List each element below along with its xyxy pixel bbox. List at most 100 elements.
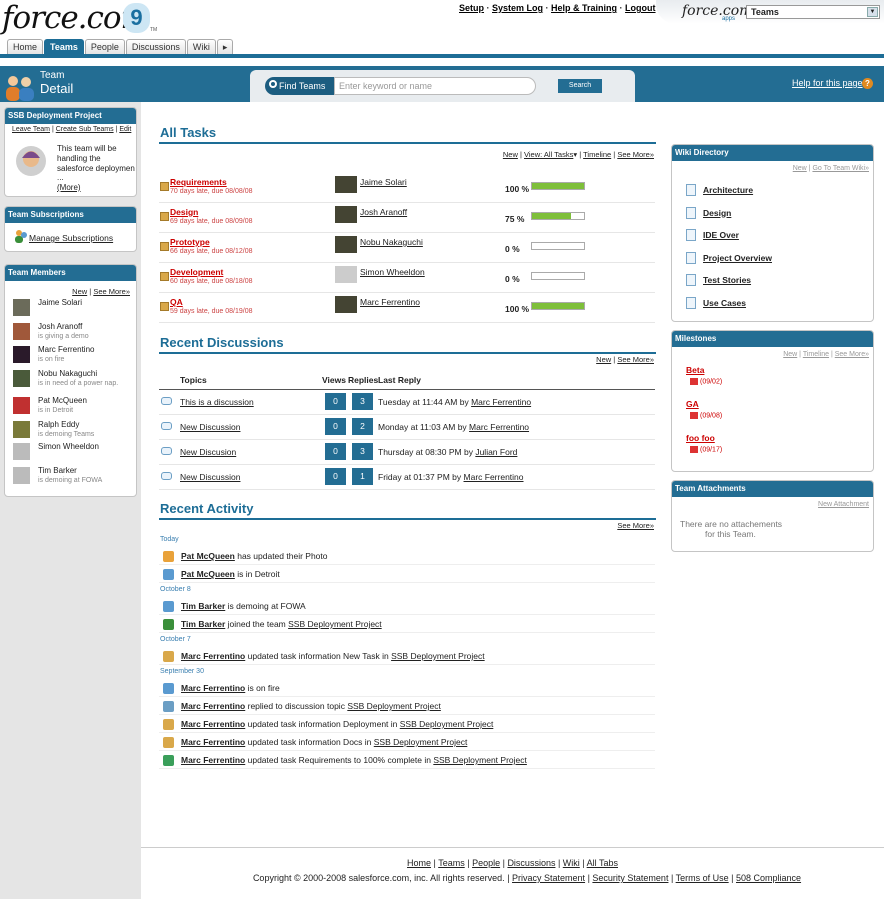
app-selector[interactable]: Teams ▼ bbox=[746, 5, 880, 19]
footer-link-people[interactable]: People bbox=[472, 858, 500, 868]
wiki-page-link[interactable]: Project Overview bbox=[703, 253, 772, 263]
new-attachment-link[interactable]: New Attachment bbox=[818, 501, 869, 508]
member-name[interactable]: Pat McQueen bbox=[38, 396, 87, 405]
activity-target-link[interactable]: SSB Deployment Project bbox=[400, 719, 494, 729]
member-row[interactable]: Simon Wheeldon bbox=[9, 442, 134, 464]
create-sub-teams-link[interactable]: Create Sub Teams bbox=[56, 126, 114, 133]
member-row[interactable]: Ralph Eddy is demoing Teams bbox=[9, 420, 134, 442]
footer-link-wiki[interactable]: Wiki bbox=[563, 858, 580, 868]
assignee-link[interactable]: Jaime Solari bbox=[360, 177, 407, 187]
member-name[interactable]: Josh Aranoff bbox=[38, 322, 82, 331]
task-name-link[interactable]: QA bbox=[170, 297, 183, 307]
search-input[interactable]: Enter keyword or name bbox=[334, 77, 536, 95]
wiki-page-link[interactable]: Architecture bbox=[703, 185, 753, 195]
member-name[interactable]: Nobu Nakaguchi bbox=[38, 369, 97, 378]
activity-user-link[interactable]: Pat McQueen bbox=[181, 551, 235, 561]
setup-link[interactable]: Setup bbox=[459, 3, 484, 13]
assignee-link[interactable]: Marc Ferrentino bbox=[360, 297, 420, 307]
new-milestone-link[interactable]: New bbox=[783, 351, 797, 358]
tab-more[interactable]: ▸ bbox=[216, 39, 234, 54]
wiki-page-link[interactable]: Test Stories bbox=[703, 275, 751, 285]
last-reply-user-link[interactable]: Marc Ferrentino bbox=[464, 472, 524, 482]
legal-link-terms-of-use[interactable]: Terms of Use bbox=[676, 873, 729, 883]
new-discussion-link[interactable]: New bbox=[596, 355, 611, 364]
tab-home[interactable]: Home bbox=[7, 39, 44, 54]
member-name[interactable]: Tim Barker bbox=[38, 466, 77, 475]
last-reply-user-link[interactable]: Julian Ford bbox=[475, 447, 517, 457]
activity-user-link[interactable]: Tim Barker bbox=[181, 601, 225, 611]
member-name[interactable]: Jaime Solari bbox=[38, 298, 82, 307]
activity-user-link[interactable]: Pat McQueen bbox=[181, 569, 235, 579]
task-name-link[interactable]: Design bbox=[170, 207, 198, 217]
last-reply-user-link[interactable]: Marc Ferrentino bbox=[471, 397, 531, 407]
discussion-topic-link[interactable]: New Discussion bbox=[180, 422, 240, 432]
milestone-name-link[interactable]: Beta bbox=[686, 365, 704, 375]
member-row[interactable]: Tim Barker is demoing at FOWA bbox=[9, 466, 134, 488]
help-for-page-link[interactable]: Help for this page bbox=[792, 78, 863, 88]
tab-people[interactable]: People bbox=[84, 39, 125, 54]
new-task-link[interactable]: New bbox=[503, 150, 518, 159]
wiki-page-link[interactable]: IDE Over bbox=[703, 230, 739, 240]
member-name[interactable]: Simon Wheeldon bbox=[38, 442, 99, 451]
assignee-link[interactable]: Josh Aranoff bbox=[360, 207, 407, 217]
activity-user-link[interactable]: Marc Ferrentino bbox=[181, 701, 245, 711]
member-name[interactable]: Marc Ferrentino bbox=[38, 345, 94, 354]
discussion-topic-link[interactable]: This is a discussion bbox=[180, 397, 254, 407]
activity-target-link[interactable]: SSB Deployment Project bbox=[347, 701, 441, 711]
timeline-link[interactable]: Timeline bbox=[583, 150, 611, 159]
task-name-link[interactable]: Development bbox=[170, 267, 223, 277]
wiki-page-link[interactable]: Use Cases bbox=[703, 298, 746, 308]
assignee-link[interactable]: Simon Wheeldon bbox=[360, 267, 425, 277]
assignee-link[interactable]: Nobu Nakaguchi bbox=[360, 237, 423, 247]
task-name-link[interactable]: Prototype bbox=[170, 237, 210, 247]
activity-user-link[interactable]: Marc Ferrentino bbox=[181, 719, 245, 729]
legal-link-508-compliance[interactable]: 508 Compliance bbox=[736, 873, 801, 883]
tab-discussions[interactable]: Discussions bbox=[125, 39, 186, 54]
activity-target-link[interactable]: SSB Deployment Project bbox=[288, 619, 382, 629]
discussion-topic-link[interactable]: New Discussion bbox=[180, 472, 240, 482]
activity-target-link[interactable]: SSB Deployment Project bbox=[374, 737, 468, 747]
see-more-members-link[interactable]: See More» bbox=[93, 287, 130, 296]
task-name-link[interactable]: Requirements bbox=[170, 177, 227, 187]
legal-link-privacy-statement[interactable]: Privacy Statement bbox=[512, 873, 585, 883]
milestone-name-link[interactable]: foo foo bbox=[686, 433, 715, 443]
see-more-milestones-link[interactable]: See More» bbox=[835, 351, 869, 358]
help-training-link[interactable]: Help & Training bbox=[551, 3, 617, 13]
footer-link-teams[interactable]: Teams bbox=[438, 858, 465, 868]
member-row[interactable]: Josh Aranoff is giving a demo bbox=[9, 322, 134, 344]
see-more-activity-link[interactable]: See More» bbox=[617, 521, 654, 530]
see-more-tasks-link[interactable]: See More» bbox=[617, 150, 654, 159]
member-row[interactable]: Jaime Solari bbox=[9, 298, 134, 320]
activity-user-link[interactable]: Tim Barker bbox=[181, 619, 225, 629]
tab-teams[interactable]: Teams bbox=[44, 39, 84, 54]
activity-target-link[interactable]: SSB Deployment Project bbox=[433, 755, 527, 765]
wiki-page-link[interactable]: Design bbox=[703, 208, 731, 218]
last-reply-user-link[interactable]: Marc Ferrentino bbox=[469, 422, 529, 432]
footer-link-discussions[interactable]: Discussions bbox=[507, 858, 555, 868]
activity-user-link[interactable]: Marc Ferrentino bbox=[181, 737, 245, 747]
activity-user-link[interactable]: Marc Ferrentino bbox=[181, 755, 245, 765]
activity-user-link[interactable]: Marc Ferrentino bbox=[181, 683, 245, 693]
system-log-link[interactable]: System Log bbox=[492, 3, 543, 13]
new-member-link[interactable]: New bbox=[72, 287, 87, 296]
milestone-name-link[interactable]: GA bbox=[686, 399, 699, 409]
activity-target-link[interactable]: SSB Deployment Project bbox=[391, 651, 485, 661]
footer-link-home[interactable]: Home bbox=[407, 858, 431, 868]
edit-link[interactable]: Edit bbox=[119, 126, 131, 133]
view-tasks-dropdown[interactable]: View: All Tasks bbox=[524, 150, 573, 159]
tab-wiki[interactable]: Wiki bbox=[186, 39, 216, 54]
go-to-wiki-link[interactable]: Go To Team Wiki» bbox=[812, 165, 869, 172]
leave-team-link[interactable]: Leave Team bbox=[12, 126, 50, 133]
help-icon[interactable]: ? bbox=[862, 78, 873, 89]
member-row[interactable]: Nobu Nakaguchi is in need of a power nap. bbox=[9, 369, 134, 391]
more-link[interactable]: (More) bbox=[57, 183, 81, 192]
discussion-topic-link[interactable]: New Discusion bbox=[180, 447, 236, 457]
search-button[interactable]: Search bbox=[558, 79, 602, 93]
activity-user-link[interactable]: Marc Ferrentino bbox=[181, 651, 245, 661]
member-name[interactable]: Ralph Eddy bbox=[38, 420, 79, 429]
footer-link-all-tabs[interactable]: All Tabs bbox=[587, 858, 618, 868]
logout-link[interactable]: Logout bbox=[625, 3, 656, 13]
milestone-timeline-link[interactable]: Timeline bbox=[803, 351, 829, 358]
see-more-discussions-link[interactable]: See More» bbox=[617, 355, 654, 364]
member-row[interactable]: Marc Ferrentino is on fire bbox=[9, 345, 134, 367]
